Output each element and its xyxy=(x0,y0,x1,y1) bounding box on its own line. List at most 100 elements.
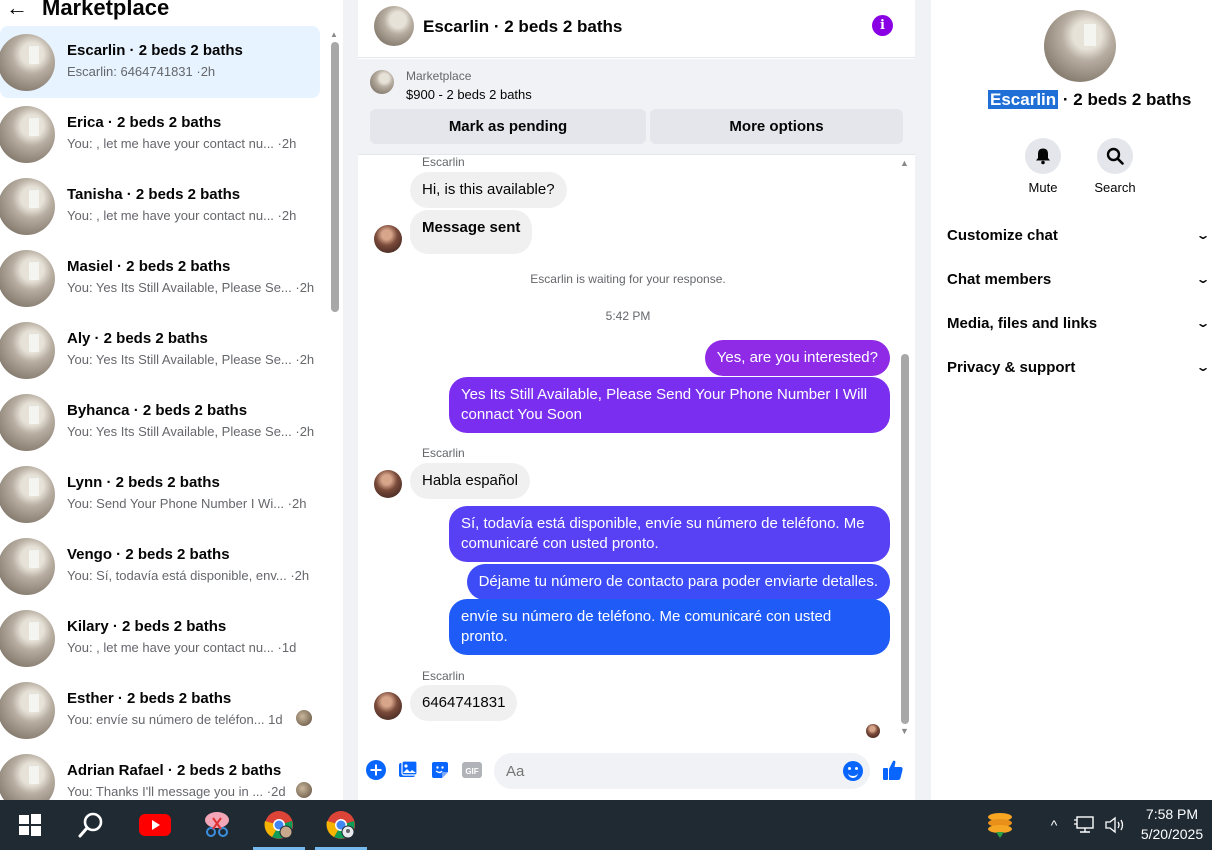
conversation-name: Lynn · 2 beds 2 baths xyxy=(67,474,220,491)
info-icon[interactable]: i xyxy=(872,15,893,36)
chevron-down-icon: ⌄ xyxy=(1195,272,1211,286)
search-label: Search xyxy=(1094,180,1136,195)
message-outgoing[interactable]: Sí, todavía está disponible, envíe su nú… xyxy=(449,506,890,562)
conversation-name: Byhanca · 2 beds 2 baths xyxy=(67,402,248,419)
mark-as-pending-button[interactable]: Mark as pending xyxy=(370,109,646,144)
network-icon[interactable] xyxy=(1072,800,1098,850)
conversation-name: Vengo · 2 beds 2 baths xyxy=(67,546,230,563)
details-title-rest: · 2 beds 2 baths xyxy=(1058,90,1192,109)
plus-icon[interactable] xyxy=(366,760,386,780)
message-outgoing[interactable]: Yes, are you interested? xyxy=(704,340,890,376)
scrollbar-thumb[interactable] xyxy=(901,354,909,724)
message-outgoing[interactable]: envíe su número de teléfono. Me comunica… xyxy=(449,599,890,655)
back-arrow-icon[interactable]: ← xyxy=(6,0,28,21)
volume-icon[interactable] xyxy=(1102,800,1128,850)
message-outgoing[interactable]: Yes Its Still Available, Please Send You… xyxy=(449,377,890,433)
sidebar-title: Marketplace xyxy=(42,0,170,20)
conversation-item-adrian-rafael[interactable]: Adrian Rafael · 2 beds 2 baths You: Than… xyxy=(0,746,322,800)
scroll-up-arrow-icon[interactable]: ▲ xyxy=(330,30,338,39)
listing-thumbnail xyxy=(0,538,55,595)
customize-chat-section[interactable]: Customize chat ⌄ xyxy=(947,223,1212,247)
conversation-item-vengo[interactable]: Vengo · 2 beds 2 baths You: Sí, todavía … xyxy=(0,530,322,602)
seen-avatar xyxy=(296,710,312,726)
conversation-list: Escarlin · 2 beds 2 baths Escarlin: 6464… xyxy=(0,26,322,800)
message-incoming[interactable]: Message sent xyxy=(410,210,533,254)
conversation-sidebar: ← Marketplace Escarlin · 2 beds 2 baths … xyxy=(0,0,343,800)
chat-title[interactable]: Escarlin · 2 beds 2 baths xyxy=(423,17,622,37)
read-receipt-avatar xyxy=(866,724,880,738)
chat-scrollbar[interactable]: ▲ ▼ xyxy=(899,158,911,742)
conversation-item-kilary[interactable]: Kilary · 2 beds 2 baths You: , let me ha… xyxy=(0,602,322,674)
conversation-name: Erica · 2 beds 2 baths xyxy=(67,114,222,131)
emoji-icon[interactable] xyxy=(843,761,863,781)
details-avatar[interactable] xyxy=(1044,10,1116,82)
conversation-item-escarlin[interactable]: Escarlin · 2 beds 2 baths Escarlin: 6464… xyxy=(0,26,320,98)
conversation-name: Adrian Rafael · 2 beds 2 baths xyxy=(67,762,282,779)
listing-thumbnail xyxy=(0,250,55,307)
mute-action[interactable]: Mute xyxy=(1013,138,1073,195)
conversation-item-esther[interactable]: Esther · 2 beds 2 baths You: envíe su nú… xyxy=(0,674,322,746)
chat-details-panel: Escarlin · 2 beds 2 baths Mute Search Cu… xyxy=(931,0,1212,800)
chrome-profile-2-icon[interactable] xyxy=(315,800,367,850)
scrollbar-thumb[interactable] xyxy=(331,42,339,312)
thumbs-up-icon[interactable] xyxy=(882,759,904,781)
privacy-support-section[interactable]: Privacy & support ⌄ xyxy=(947,355,1212,379)
message-outgoing[interactable]: Déjame tu número de contacto para poder … xyxy=(466,564,890,600)
conversation-item-erica[interactable]: Erica · 2 beds 2 baths You: , let me hav… xyxy=(0,98,322,170)
chrome-profile-1-icon[interactable] xyxy=(253,800,305,850)
section-label: Chat members xyxy=(947,270,1052,288)
sender-avatar[interactable] xyxy=(374,225,402,253)
clock-time: 7:58 PM xyxy=(1145,806,1199,822)
listing-thumbnail xyxy=(0,106,55,163)
listing-price[interactable]: $900 - 2 beds 2 baths xyxy=(406,87,532,102)
listing-thumbnail xyxy=(0,34,55,91)
search-taskbar-icon[interactable] xyxy=(66,800,116,850)
chat-members-section[interactable]: Chat members ⌄ xyxy=(947,267,1212,291)
sidebar-header: ← Marketplace xyxy=(0,0,169,24)
conversation-item-masiel[interactable]: Masiel · 2 beds 2 baths You: Yes Its Sti… xyxy=(0,242,322,314)
conversation-name: Aly · 2 beds 2 baths xyxy=(67,330,208,347)
more-options-button[interactable]: More options xyxy=(650,109,903,144)
conversation-preview: You: Sí, todavía está disponible, env...… xyxy=(67,568,310,583)
conversation-item-aly[interactable]: Aly · 2 beds 2 baths You: Yes Its Still … xyxy=(0,314,322,386)
conversation-item-tanisha[interactable]: Tanisha · 2 beds 2 baths You: , let me h… xyxy=(0,170,322,242)
section-label: Customize chat xyxy=(947,226,1058,244)
gif-icon[interactable]: GIF xyxy=(462,760,482,780)
message-incoming[interactable]: Hi, is this available? xyxy=(410,172,567,208)
scroll-down-arrow-icon[interactable]: ▼ xyxy=(900,726,909,736)
scroll-up-arrow-icon[interactable]: ▲ xyxy=(900,158,909,168)
windows-start-icon[interactable] xyxy=(8,800,52,850)
conversation-preview: You: Send Your Phone Number I Wi... ·2h xyxy=(67,496,307,511)
sidebar-scrollbar[interactable]: ▲ xyxy=(330,30,340,800)
sender-avatar[interactable] xyxy=(374,470,402,498)
chat-header: Escarlin · 2 beds 2 baths i xyxy=(358,0,915,58)
listing-thumbnail xyxy=(0,178,55,235)
details-title: Escarlin · 2 beds 2 baths xyxy=(988,90,1191,110)
conversation-preview: You: Yes Its Still Available, Please Se.… xyxy=(67,352,315,367)
conversation-item-lynn[interactable]: Lynn · 2 beds 2 baths You: Send Your Pho… xyxy=(0,458,322,530)
sticker-icon[interactable] xyxy=(430,760,450,780)
search-action[interactable]: Search xyxy=(1085,138,1145,195)
message-input[interactable] xyxy=(494,753,870,789)
chat-avatar[interactable] xyxy=(374,6,414,46)
tray-app-coins-icon[interactable] xyxy=(978,800,1022,850)
conversation-preview: You: , let me have your contact nu... ·2… xyxy=(67,208,297,223)
photo-icon[interactable] xyxy=(398,760,418,780)
conversation-preview: Escarlin: 6464741831 ·2h xyxy=(67,64,216,79)
selected-text-highlight[interactable]: Escarlin xyxy=(988,90,1059,109)
conversation-item-byhanca[interactable]: Byhanca · 2 beds 2 baths You: Yes Its St… xyxy=(0,386,322,458)
sender-name: Escarlin xyxy=(422,669,465,683)
section-label: Media, files and links xyxy=(947,314,1098,332)
search-icon[interactable] xyxy=(1097,138,1133,174)
conversation-preview: You: Thanks I'll message you in ... ·2d xyxy=(67,784,286,799)
media-files-links-section[interactable]: Media, files and links ⌄ xyxy=(947,311,1212,335)
bell-icon[interactable] xyxy=(1025,138,1061,174)
taskbar-clock[interactable]: 7:58 PM 5/20/2025 xyxy=(1137,804,1207,844)
chevron-up-icon[interactable]: ^ xyxy=(1042,800,1066,850)
youtube-icon[interactable] xyxy=(130,800,180,850)
message-incoming[interactable]: Habla español xyxy=(410,463,530,499)
snipping-tool-icon[interactable] xyxy=(192,800,242,850)
message-timestamp: 5:42 PM xyxy=(605,309,651,323)
sender-avatar[interactable] xyxy=(374,692,402,720)
message-incoming[interactable]: 6464741831 xyxy=(410,685,518,721)
